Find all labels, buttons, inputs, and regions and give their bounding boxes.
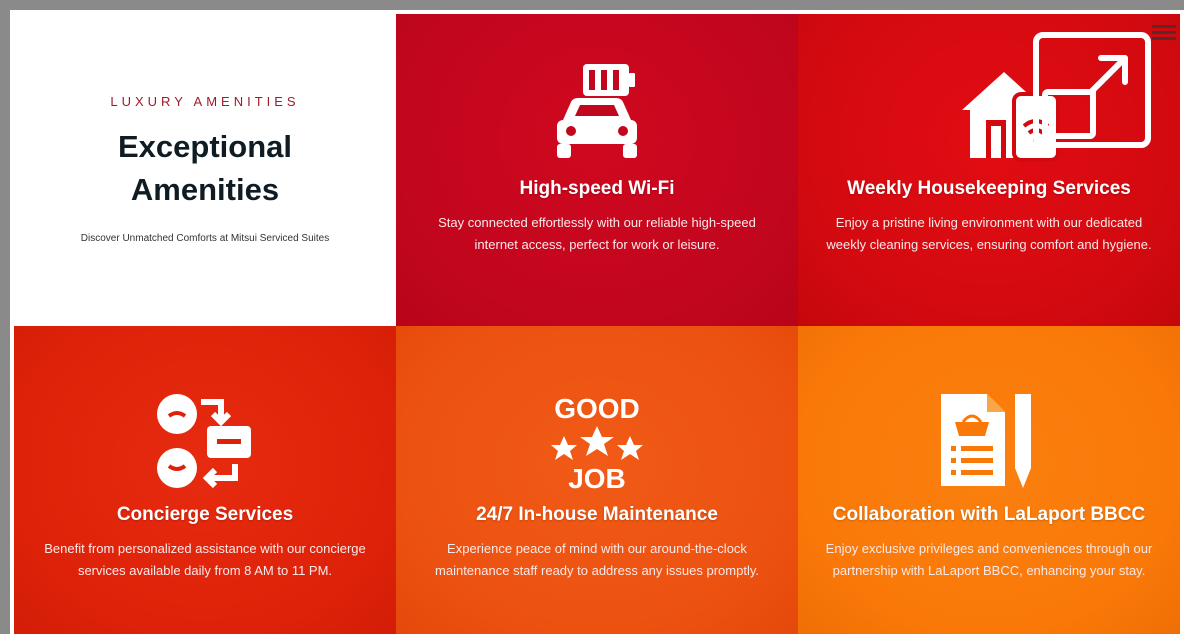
amenity-card-maintenance: GOOD JOB 24/7 In-house Maintenance Exper…: [396, 326, 798, 634]
car-battery-icon: [547, 64, 647, 165]
amenity-title: High-speed Wi-Fi: [519, 178, 675, 199]
intro-panel: LUXURY AMENITIES Exceptional Amenities D…: [14, 14, 396, 326]
amenity-card-lalaport: Collaboration with LaLaport BBCC Enjoy e…: [798, 326, 1180, 634]
expand-button[interactable]: [1033, 32, 1151, 148]
expand-icon: [1088, 55, 1128, 95]
page-title: Exceptional Amenities: [118, 129, 292, 207]
menu-icon[interactable]: [1152, 22, 1176, 44]
eyebrow-label: LUXURY AMENITIES: [110, 94, 300, 109]
amenity-description: Enjoy a pristine living environment with…: [826, 215, 1152, 252]
amenity-title: Concierge Services: [116, 504, 294, 525]
amenity-description: Stay connected effortlessly with our rel…: [438, 215, 756, 252]
amenity-title: 24/7 In-house Maintenance: [476, 504, 718, 525]
page-subtitle: Discover Unmatched Comforts at Mitsui Se…: [80, 233, 330, 244]
amenity-description: Enjoy exclusive privileges and convenien…: [825, 541, 1153, 578]
amenity-card-concierge: Concierge Services Benefit from personal…: [14, 326, 396, 634]
good-job-stars-icon: GOOD JOB: [542, 392, 652, 497]
amenity-description: Experience peace of mind with our around…: [435, 541, 759, 578]
concierge-exchange-icon: [155, 392, 255, 495]
amenity-description: Benefit from personalized assistance wit…: [44, 541, 366, 578]
amenity-title: Weekly Housekeeping Services: [847, 178, 1131, 199]
job-label: JOB: [568, 463, 626, 492]
amenity-title: Collaboration with LaLaport BBCC: [832, 504, 1146, 525]
good-label: GOOD: [554, 393, 640, 424]
shopping-list-icon: [939, 392, 1039, 495]
amenity-card-wifi: High-speed Wi-Fi Stay connected effortle…: [396, 14, 798, 326]
amenities-grid: LUXURY AMENITIES Exceptional Amenities D…: [14, 14, 1180, 634]
amenities-frame: LUXURY AMENITIES Exceptional Amenities D…: [10, 10, 1184, 634]
